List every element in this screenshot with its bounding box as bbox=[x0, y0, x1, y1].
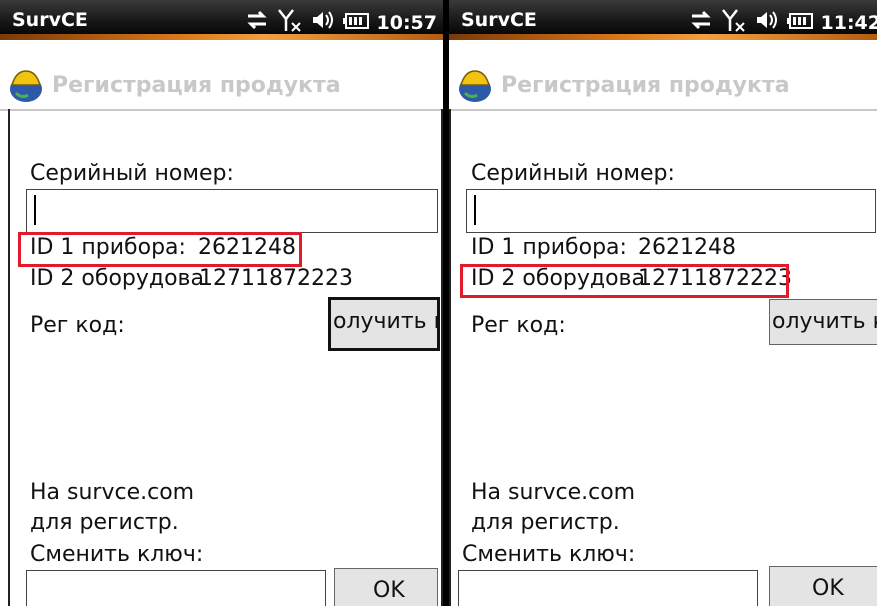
connection-sync-icon[interactable] bbox=[245, 9, 269, 36]
title-bar: Регистрация продукта bbox=[449, 61, 877, 111]
website-line1: На survce.com bbox=[30, 480, 195, 505]
website-line2: для регистр. bbox=[471, 510, 620, 535]
change-key-input[interactable] bbox=[458, 570, 758, 606]
no-signal-icon[interactable] bbox=[277, 7, 303, 38]
serial-number-input[interactable] bbox=[466, 189, 876, 233]
battery-icon[interactable] bbox=[342, 12, 369, 34]
text-caret bbox=[34, 195, 36, 225]
change-key-label: Сменить ключ: bbox=[30, 542, 204, 567]
screen-panel-left: SurvCE 10:57 Регистрация продукта Серийн… bbox=[0, 0, 443, 606]
text-caret bbox=[474, 195, 476, 225]
frame-border-right bbox=[441, 109, 443, 606]
website-line2: для регистр. bbox=[30, 510, 179, 535]
highlight-box-id2 bbox=[460, 264, 789, 298]
get-code-button[interactable]: олучить к bbox=[328, 297, 440, 351]
ok-button[interactable]: OK bbox=[769, 566, 877, 606]
app-logo-icon bbox=[457, 69, 493, 103]
battery-icon[interactable] bbox=[786, 12, 813, 34]
id2-label: ID 2 оборудова bbox=[30, 266, 205, 291]
no-signal-icon[interactable] bbox=[721, 7, 747, 38]
ok-button[interactable]: OK bbox=[334, 568, 438, 606]
change-key-input[interactable] bbox=[26, 570, 326, 606]
id1-value: 2621248 bbox=[638, 235, 736, 260]
screen-panel-right: SurvCE 11:42 Регистрация продукта Серийн… bbox=[449, 0, 877, 606]
app-name[interactable]: SurvCE bbox=[461, 9, 537, 31]
serial-number-label: Серийный номер: bbox=[471, 161, 675, 186]
title-bar: Регистрация продукта bbox=[0, 61, 443, 111]
reg-code-label: Рег код: bbox=[30, 313, 125, 338]
serial-number-label: Серийный номер: bbox=[30, 161, 234, 186]
id1-label: ID 1 прибора: bbox=[471, 235, 627, 260]
website-line1: На survce.com bbox=[471, 480, 636, 505]
serial-number-input[interactable] bbox=[26, 189, 438, 233]
id2-value: 12711872223 bbox=[199, 266, 353, 291]
change-key-label: Сменить ключ: bbox=[462, 542, 636, 567]
page-title: Регистрация продукта bbox=[501, 73, 790, 98]
clock[interactable]: 11:42 bbox=[821, 12, 877, 34]
status-bar: SurvCE 10:57 bbox=[0, 0, 443, 40]
speaker-icon[interactable] bbox=[755, 9, 779, 36]
get-code-button[interactable]: олучить кс bbox=[769, 299, 877, 345]
connection-sync-icon[interactable] bbox=[689, 9, 713, 36]
page-title: Регистрация продукта bbox=[52, 73, 341, 98]
app-name[interactable]: SurvCE bbox=[12, 9, 88, 31]
status-bar: SurvCE 11:42 bbox=[449, 0, 877, 40]
highlight-box-id1 bbox=[18, 232, 302, 267]
frame-border-left bbox=[449, 109, 451, 606]
frame-border-left bbox=[8, 109, 10, 606]
clock[interactable]: 10:57 bbox=[377, 12, 437, 34]
reg-code-label: Рег код: bbox=[471, 313, 566, 338]
app-logo-icon bbox=[8, 69, 44, 103]
speaker-icon[interactable] bbox=[311, 9, 335, 36]
